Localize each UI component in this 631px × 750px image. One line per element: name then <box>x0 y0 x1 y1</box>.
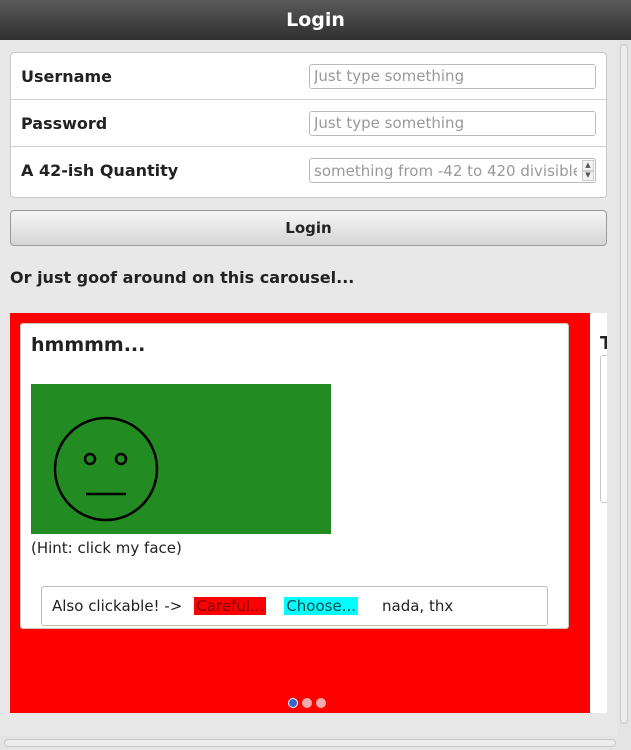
vertical-scroll-thumb[interactable] <box>620 44 628 724</box>
username-row: Username <box>11 53 606 100</box>
next-card-frame <box>600 355 607 503</box>
horizontal-scroll-thumb[interactable] <box>4 739 616 747</box>
next-carousel-card[interactable]: T <box>590 313 607 713</box>
choose-button[interactable]: Choose... <box>284 597 358 615</box>
password-input[interactable] <box>309 110 596 136</box>
page-title: Login <box>286 9 345 31</box>
carousel-card: hmmmm... (Hint: click my face) Also clic… <box>20 323 569 629</box>
chevron-up-icon[interactable]: ▲ <box>582 160 594 171</box>
quantity-stepper[interactable]: ▲ ▼ <box>309 158 596 183</box>
username-label: Username <box>21 66 112 86</box>
careful-button[interactable]: Careful... <box>194 597 267 615</box>
carousel-dots <box>288 698 326 708</box>
quantity-label: A 42-ish Quantity <box>21 161 179 180</box>
password-label: Password <box>21 113 108 133</box>
carousel-dot[interactable] <box>302 698 312 708</box>
chevron-down-icon[interactable]: ▼ <box>582 170 594 181</box>
login-button[interactable]: Login <box>10 210 607 246</box>
login-form: Username Password A 42-ish Quantity ▲ ▼ <box>10 52 607 198</box>
neutral-face-icon[interactable] <box>31 384 331 534</box>
horizontal-scrollbar[interactable] <box>0 736 631 750</box>
nada-button[interactable]: nada, thx <box>380 597 455 615</box>
title-bar: Login <box>0 0 631 40</box>
face-hint: (Hint: click my face) <box>31 539 182 557</box>
vertical-scrollbar[interactable] <box>617 40 631 736</box>
quantity-row: A 42-ish Quantity ▲ ▼ <box>11 147 606 194</box>
stepper-arrows[interactable]: ▲ ▼ <box>582 160 594 181</box>
carousel-heading: Or just goof around on this carousel... <box>10 268 355 287</box>
password-row: Password <box>11 100 606 147</box>
face-button[interactable] <box>31 384 331 534</box>
carousel-dot[interactable] <box>316 698 326 708</box>
quantity-input[interactable] <box>309 158 596 183</box>
card-title: hmmmm... <box>31 334 146 356</box>
carousel-dot[interactable] <box>288 698 298 708</box>
clickable-bar: Also clickable! -> Careful... Choose... … <box>41 586 548 626</box>
carousel[interactable]: hmmmm... (Hint: click my face) Also clic… <box>10 313 590 713</box>
username-input[interactable] <box>309 63 596 89</box>
clickable-label: Also clickable! -> <box>52 597 183 615</box>
